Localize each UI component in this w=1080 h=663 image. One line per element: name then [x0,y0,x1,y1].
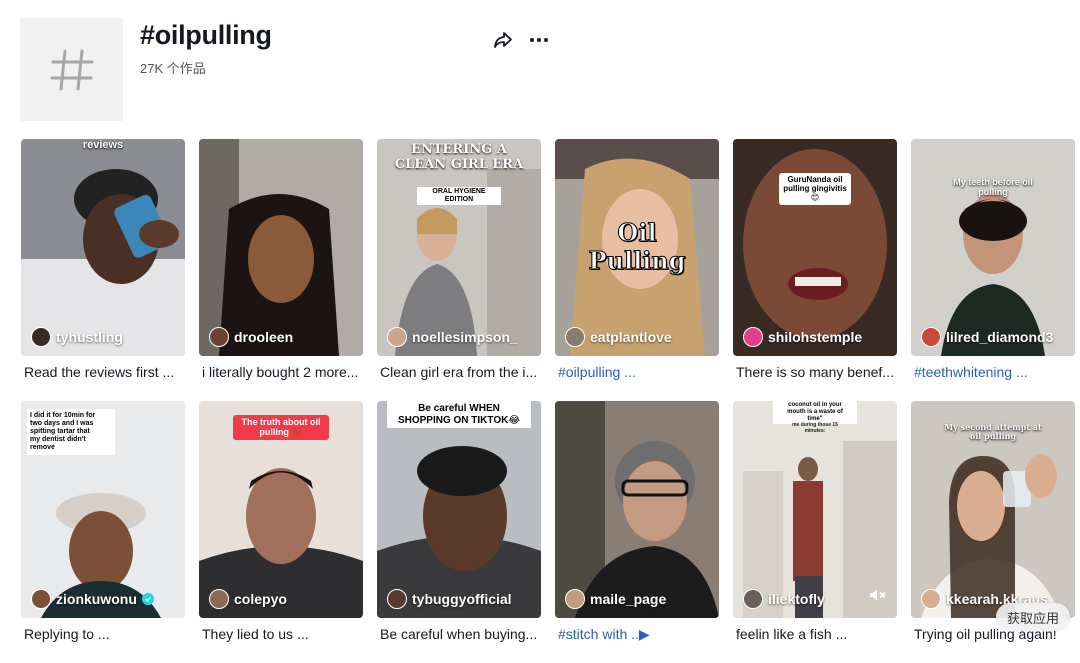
get-app-button[interactable]: 获取应用 [996,603,1070,631]
video-caption[interactable]: They lied to us ... [199,625,362,643]
avatar [565,589,585,609]
avatar [743,327,763,347]
video-grid: reviews tyhustling Read the reviews firs… [21,139,1075,663]
video-thumbnail[interactable]: Be careful WHEN SHOPPING ON TIKTOK😂 tybu… [377,401,541,618]
author[interactable]: tybuggyofficial [387,589,512,609]
share-icon [494,32,512,48]
verified-icon [141,593,154,605]
author-name: noellesimpson_ [412,329,518,345]
avatar [209,327,229,347]
author-name: colepyo [234,591,287,607]
video-caption[interactable]: #oilpulling ... [555,363,718,381]
video-thumbnail[interactable]: My second attempt at oil pulling kkearah… [911,401,1075,618]
author[interactable]: zionkuwonu [31,589,154,609]
overlay-text: My second attempt at oil pulling [944,422,1042,442]
video-card[interactable]: reviews tyhustling Read the reviews firs… [21,139,185,401]
video-caption[interactable]: #stitch with ..▶ [555,625,718,643]
video-caption[interactable]: Read the reviews first ... [21,363,184,381]
hashtag-icon [50,49,93,90]
video-thumbnail[interactable]: reviews tyhustling [21,139,185,356]
author-name: zionkuwonu [56,591,137,607]
author[interactable]: shilohstemple [743,327,862,347]
caption-text[interactable]: #stitch with ..▶ [558,626,650,642]
video-card[interactable]: maile_page #stitch with ..▶ [555,401,719,663]
overlay-text: The truth about oil pulling 💋 [233,415,329,440]
author[interactable]: tyhustling [31,327,123,347]
video-thumbnail[interactable]: GuruNanda oil pulling gingivitis 😊 shilo… [733,139,897,356]
video-card[interactable]: coconut oil in your mouth is a waste of … [733,401,897,663]
share-button[interactable] [491,28,515,52]
video-thumbnail[interactable]: The truth about oil pulling 💋 colepyo [199,401,363,618]
video-thumbnail[interactable]: maile_page [555,401,719,618]
avatar [921,327,941,347]
hashtag-cover [20,18,123,121]
author[interactable]: iliektofly [743,589,825,609]
avatar [31,327,51,347]
video-caption[interactable]: Clean girl era from the i... [377,363,540,381]
video-caption[interactable]: Replying to ... [21,625,184,643]
video-caption[interactable]: #teethwhitening ... [911,363,1074,381]
overlay-text: ENTERING A CLEAN GIRL ERA [394,142,524,172]
author[interactable]: eatplantlove [565,327,672,347]
video-card[interactable]: Oil Pulling eatplantlove #oilpulling ... [555,139,719,401]
more-icon [530,38,548,42]
author-name: lilred_diamond3 [946,329,1054,345]
video-thumbnail[interactable]: ENTERING A CLEAN GIRL ERA ORAL HYGIENE E… [377,139,541,356]
author[interactable]: maile_page [565,589,666,609]
avatar [743,589,763,609]
video-thumbnail[interactable]: My teeth before oil pulling lilred_diamo… [911,139,1075,356]
avatar [921,589,941,609]
overlay-subtext: ORAL HYGIENE EDITION [417,187,501,206]
caption-text[interactable]: #teethwhitening ... [914,364,1028,380]
avatar [387,327,407,347]
video-thumbnail[interactable]: I did it for 10min for two days and I wa… [21,401,185,618]
video-card[interactable]: Be careful WHEN SHOPPING ON TIKTOK😂 tybu… [377,401,541,663]
video-thumbnail[interactable]: coconut oil in your mouth is a waste of … [733,401,897,618]
overlay-subtext: me during those 15 minutes: [792,422,838,434]
author[interactable]: drooleen [209,327,293,347]
overlay-text: Oil Pulling [588,218,686,275]
video-card[interactable]: GuruNanda oil pulling gingivitis 😊 shilo… [733,139,897,401]
overlay-text: coconut oil in your mouth is a waste of … [773,401,857,424]
video-count: 27K 个作品 [140,61,206,76]
author-name: iliektofly [768,591,825,607]
video-card[interactable]: My teeth before oil pulling lilred_diamo… [911,139,1075,401]
video-card[interactable]: I did it for 10min for two days and I wa… [21,401,185,663]
video-caption[interactable]: feelin like a fish ... [733,625,896,643]
more-options-button[interactable] [527,28,551,52]
video-card[interactable]: ENTERING A CLEAN GIRL ERA ORAL HYGIENE E… [377,139,541,401]
author[interactable]: lilred_diamond3 [921,327,1053,347]
video-card[interactable]: The truth about oil pulling 💋 colepyo Th… [199,401,363,663]
author-name: drooleen [234,329,294,345]
overlay-text: Be careful WHEN SHOPPING ON TIKTOK😂 [387,401,531,428]
caption-text[interactable]: #oilpulling ... [558,364,636,380]
video-caption[interactable]: There is so many benef... [733,363,896,381]
author[interactable]: noellesimpson_ [387,327,518,347]
avatar [209,589,229,609]
video-card[interactable]: drooleen i literally bought 2 more... [199,139,363,401]
video-thumbnail[interactable]: drooleen [199,139,363,356]
overlay-text: I did it for 10min for two days and I wa… [27,409,115,456]
overlay-text: reviews [82,139,124,151]
video-caption[interactable]: i literally bought 2 more... [199,363,362,381]
author[interactable]: colepyo [209,589,287,609]
video-thumbnail[interactable]: Oil Pulling eatplantlove [555,139,719,356]
author-name: eatplantlove [590,329,672,345]
author-name: maile_page [590,591,667,607]
page-title: #oilpulling [140,20,272,50]
video-caption[interactable]: Be careful when buying... [377,625,540,643]
mute-icon[interactable] [869,588,887,607]
overlay-text: My teeth before oil pulling [953,177,1033,198]
overlay-text: GuruNanda oil pulling gingivitis 😊 [779,173,851,205]
avatar [387,589,407,609]
author-name: shilohstemple [768,329,863,345]
avatar [31,589,51,609]
avatar [565,327,585,347]
author-name: tyhustling [56,329,123,345]
author-name: tybuggyofficial [412,591,512,607]
